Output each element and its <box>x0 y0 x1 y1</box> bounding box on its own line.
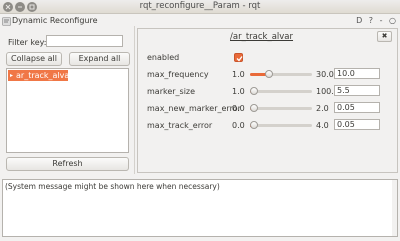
checkmark-icon <box>236 56 243 62</box>
param-min: 1.0 <box>232 70 245 79</box>
tree-item-label: ar_track_alvar <box>16 71 73 80</box>
param-min: 1.0 <box>232 87 245 96</box>
node-tree[interactable]: ▸ ar_track_alvar <box>6 68 129 153</box>
collapse-all-button[interactable]: Collapse all <box>6 52 62 66</box>
param-name: max_frequency <box>147 70 209 79</box>
filter-key-input[interactable] <box>46 35 123 47</box>
param-value-input[interactable]: 10.0 <box>334 68 380 79</box>
param-max: 30.0 <box>316 70 334 79</box>
system-message-area[interactable]: (System message might be shown here when… <box>2 179 398 237</box>
param-max: 100. <box>316 87 334 96</box>
param-slider[interactable] <box>250 70 312 78</box>
slider-handle[interactable] <box>250 87 258 95</box>
tree-item-ar-track-alvar[interactable]: ▸ ar_track_alvar <box>8 70 73 81</box>
param-max: 2.0 <box>316 104 329 113</box>
system-message-text: (System message might be shown here when… <box>5 182 220 191</box>
expand-all-button[interactable]: Expand all <box>69 52 130 66</box>
enabled-label: enabled <box>147 53 180 62</box>
filter-key-label: Filter key: <box>8 38 47 47</box>
param-value-input[interactable]: 0.05 <box>334 102 380 113</box>
slider-handle[interactable] <box>250 104 258 112</box>
refresh-button[interactable]: Refresh <box>6 157 129 171</box>
slider-handle[interactable] <box>250 121 258 129</box>
expand-arrow-icon: ▸ <box>10 72 14 79</box>
param-slider[interactable] <box>250 104 312 112</box>
message-scrollbar[interactable] <box>392 180 397 236</box>
param-slider[interactable] <box>250 121 312 129</box>
window-title: rqt_reconfigure__Param - rqt <box>139 1 261 11</box>
window-titlebar: rqt_reconfigure__Param - rqt <box>0 0 400 14</box>
param-name: marker_size <box>147 87 196 96</box>
slider-handle[interactable] <box>265 70 273 78</box>
param-editor-panel: /ar_track_alvar ✖ enabled max_frequency … <box>137 28 398 173</box>
close-node-button[interactable]: ✖ <box>377 31 392 42</box>
param-min: 0.0 <box>232 104 245 113</box>
dock-title: Dynamic Reconfigure <box>12 16 98 25</box>
param-max: 4.0 <box>316 121 329 130</box>
param-name: max_track_error <box>147 121 213 130</box>
param-slider[interactable] <box>250 87 312 95</box>
param-min: 0.0 <box>232 121 245 130</box>
node-title: /ar_track_alvar <box>230 32 294 42</box>
dock-titlebar: Dynamic Reconfigure D ? - ○ <box>0 15 400 28</box>
enabled-checkbox[interactable] <box>234 53 243 62</box>
param-value-input[interactable]: 5.5 <box>334 85 380 96</box>
param-name: max_new_marker_error <box>147 104 241 113</box>
dock-window-controls[interactable]: D ? - ○ <box>356 16 398 25</box>
plugin-icon <box>2 17 11 26</box>
param-value-input[interactable]: 0.05 <box>334 119 380 130</box>
pane-splitter[interactable] <box>134 26 136 174</box>
